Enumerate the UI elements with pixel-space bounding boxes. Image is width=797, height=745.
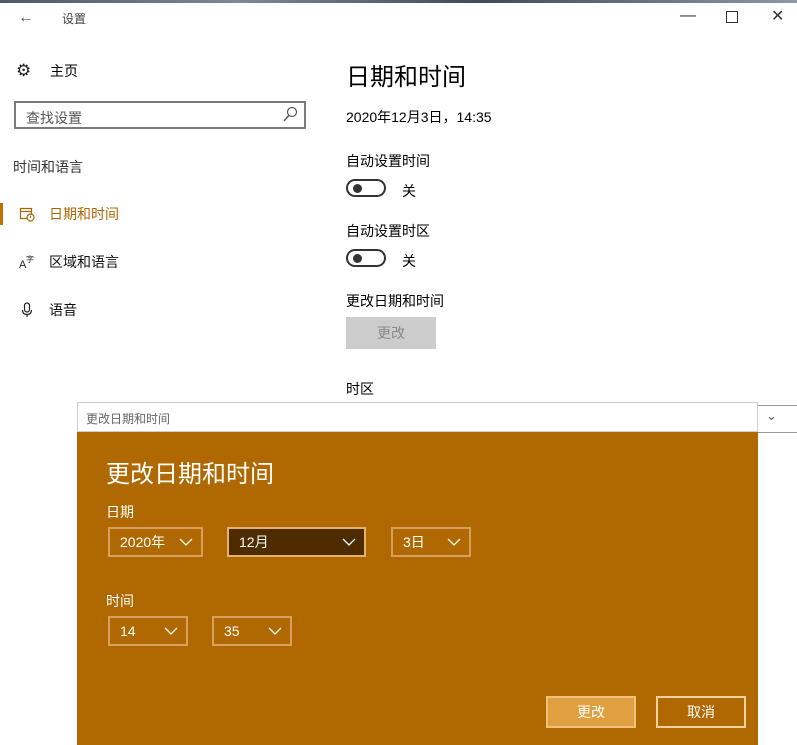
sidebar-item-region-language[interactable]: A 字 区域和语言 bbox=[0, 248, 320, 276]
home-nav-item[interactable]: ⚙ 主页 bbox=[16, 60, 78, 82]
page-title: 日期和时间 bbox=[346, 64, 466, 91]
sidebar-item-speech[interactable]: 语音 bbox=[0, 296, 320, 324]
year-value: 2020年 bbox=[120, 534, 166, 550]
sidebar-item-label: 语音 bbox=[49, 302, 77, 318]
toggle-knob bbox=[353, 184, 362, 193]
current-datetime: 2020年12月3日，14:35 bbox=[346, 109, 492, 125]
indicator-slot bbox=[0, 299, 3, 321]
search-input[interactable]: 查找设置 bbox=[26, 108, 82, 128]
section-title: 时间和语言 bbox=[13, 159, 83, 175]
change-button[interactable]: 更改 bbox=[346, 317, 436, 349]
month-value: 12月 bbox=[239, 534, 269, 550]
minimize-icon[interactable]: — bbox=[680, 7, 696, 25]
auto-timezone-state: 关 bbox=[402, 253, 416, 269]
auto-time-toggle[interactable] bbox=[346, 179, 386, 197]
change-datetime-dialog: 更改日期和时间 更改日期和时间 日期 2020年 12月 3日 时间 14 35… bbox=[77, 402, 758, 745]
minute-dropdown[interactable]: 35 bbox=[212, 616, 292, 646]
active-indicator bbox=[0, 203, 3, 225]
minute-value: 35 bbox=[224, 623, 240, 639]
sidebar-item-date-time[interactable]: 日期和时间 bbox=[0, 200, 320, 228]
cancel-button[interactable]: 取消 bbox=[656, 696, 746, 728]
auto-timezone-label: 自动设置时区 bbox=[346, 223, 430, 239]
indicator-slot bbox=[0, 251, 3, 273]
microphone-icon bbox=[19, 302, 35, 318]
date-label: 日期 bbox=[106, 504, 134, 520]
sidebar-item-label: 区域和语言 bbox=[49, 254, 119, 270]
month-dropdown[interactable]: 12月 bbox=[227, 527, 366, 557]
chevron-down-icon bbox=[342, 538, 356, 546]
dialog-title-bar: 更改日期和时间 bbox=[77, 402, 758, 432]
home-label: 主页 bbox=[50, 63, 78, 79]
hour-value: 14 bbox=[120, 623, 136, 639]
title-bar: ← 设置 — ✕ bbox=[0, 3, 797, 33]
maximize-icon[interactable] bbox=[726, 11, 738, 23]
chevron-down-icon bbox=[179, 538, 193, 546]
calendar-clock-icon bbox=[19, 206, 35, 222]
close-icon[interactable]: ✕ bbox=[771, 6, 784, 26]
chevron-down-icon bbox=[268, 627, 282, 635]
confirm-change-button[interactable]: 更改 bbox=[546, 696, 636, 728]
svg-text:字: 字 bbox=[26, 254, 34, 264]
year-dropdown[interactable]: 2020年 bbox=[108, 527, 203, 557]
auto-timezone-toggle[interactable] bbox=[346, 249, 386, 267]
sidebar-item-label: 日期和时间 bbox=[49, 206, 119, 222]
time-label: 时间 bbox=[106, 593, 134, 609]
day-value: 3日 bbox=[403, 534, 425, 550]
dialog-window-title: 更改日期和时间 bbox=[86, 412, 171, 426]
auto-time-label: 自动设置时间 bbox=[346, 153, 430, 169]
dialog-heading: 更改日期和时间 bbox=[106, 461, 274, 488]
hour-dropdown[interactable]: 14 bbox=[108, 616, 188, 646]
day-dropdown[interactable]: 3日 bbox=[391, 527, 471, 557]
window-title: 设置 bbox=[62, 12, 87, 26]
timezone-label: 时区 bbox=[346, 381, 374, 397]
chevron-down-icon: ⌄ bbox=[766, 408, 777, 423]
chevron-down-icon bbox=[164, 627, 178, 635]
timezone-dropdown[interactable] bbox=[757, 405, 797, 433]
dialog-body: 更改日期和时间 日期 2020年 12月 3日 时间 14 35 更改 取消 bbox=[77, 432, 758, 745]
language-icon: A 字 bbox=[19, 254, 35, 270]
change-datetime-label: 更改日期和时间 bbox=[346, 293, 444, 309]
chevron-down-icon bbox=[447, 538, 461, 546]
back-arrow-icon[interactable]: ← bbox=[18, 9, 34, 27]
gear-icon: ⚙ bbox=[16, 61, 32, 80]
auto-time-state: 关 bbox=[402, 183, 416, 199]
search-icon[interactable] bbox=[282, 106, 298, 124]
search-box[interactable]: 查找设置 bbox=[14, 101, 306, 129]
toggle-knob bbox=[353, 254, 362, 263]
